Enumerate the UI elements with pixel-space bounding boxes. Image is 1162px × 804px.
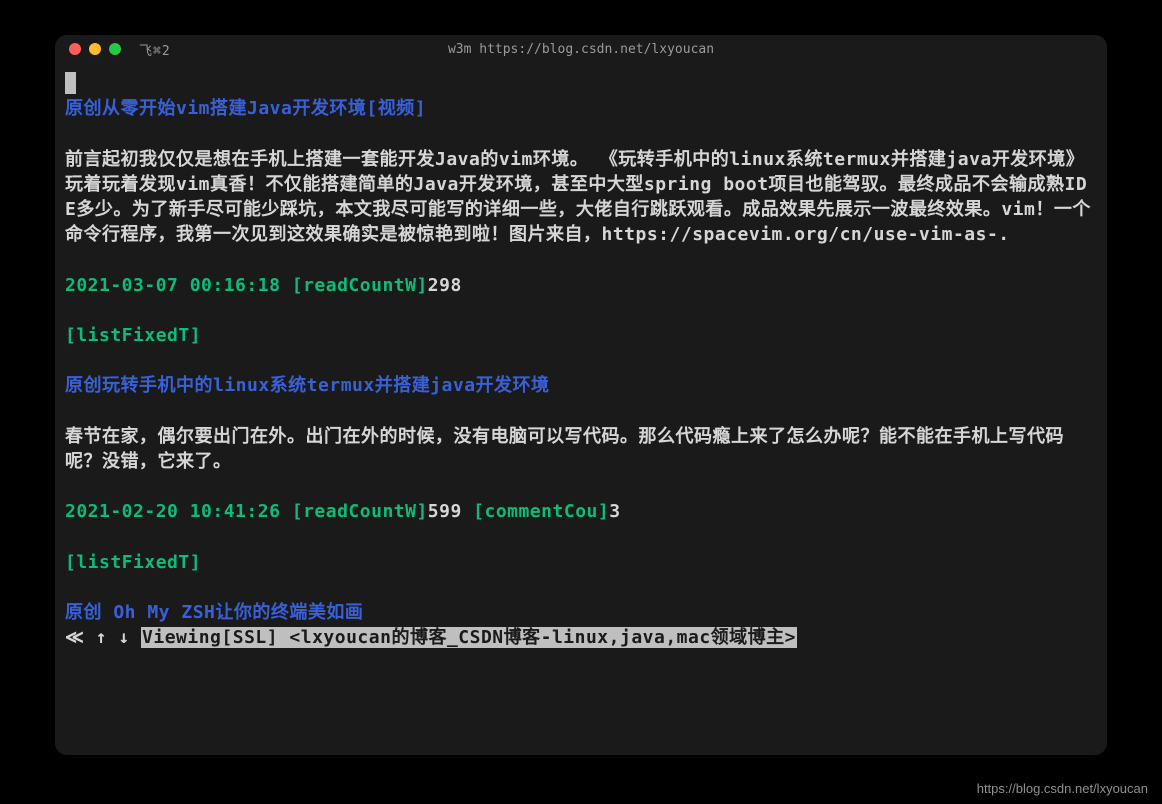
read-count-value: 599 <box>428 501 462 522</box>
article-date: 2021-03-07 00:16:18 <box>65 275 280 296</box>
read-count-label: [readCountW] <box>292 501 428 522</box>
article-body: 春节在家，偶尔要出门在外。出门在外的时候，没有电脑可以写代码。那么代码瘾上来了怎… <box>65 426 1064 472</box>
read-count-value: 298 <box>428 275 462 296</box>
terminal-window: 飞⌘2 w3m https://blog.csdn.net/lxyoucan 原… <box>55 35 1107 755</box>
list-fixed-tag: [listFixedT] <box>65 552 201 573</box>
list-fixed-tag: [listFixedT] <box>65 325 201 346</box>
zoom-icon[interactable] <box>109 43 121 55</box>
close-icon[interactable] <box>69 43 81 55</box>
window-titlebar: 飞⌘2 w3m https://blog.csdn.net/lxyoucan <box>55 35 1107 63</box>
comment-count-label: [commentCou] <box>473 501 609 522</box>
text-cursor <box>65 72 76 94</box>
page-root: 飞⌘2 w3m https://blog.csdn.net/lxyoucan 原… <box>0 0 1162 804</box>
article-title-link[interactable]: 原创从零开始vim搭建Java开发环境[视频] <box>65 98 426 119</box>
traffic-lights <box>69 43 121 55</box>
article-title-link[interactable]: 原创玩转手机中的linux系统termux并搭建java开发环境 <box>65 375 550 396</box>
tab-label: 飞⌘2 <box>139 40 171 59</box>
article-title-link[interactable]: 原创 Oh My ZSH让你的终端美如画 <box>65 602 363 623</box>
status-prefix: ≪ ↑ ↓ <box>65 627 141 648</box>
read-count-label: [readCountW] <box>292 275 428 296</box>
terminal-body[interactable]: 原创从零开始vim搭建Java开发环境[视频] 前言起初我仅仅是想在手机上搭建一… <box>55 63 1107 650</box>
watermark-text: https://blog.csdn.net/lxyoucan <box>977 781 1148 796</box>
minimize-icon[interactable] <box>89 43 101 55</box>
w3m-status-bar: Viewing[SSL] <lxyoucan的博客_CSDN博客-linux,j… <box>141 627 797 648</box>
window-title: w3m https://blog.csdn.net/lxyoucan <box>55 42 1107 57</box>
article-body: 前言起初我仅仅是想在手机上搭建一套能开发Java的vim环境。 《玩转手机中的l… <box>65 149 1091 246</box>
article-date: 2021-02-20 10:41:26 <box>65 501 280 522</box>
comment-count-value: 3 <box>609 501 620 522</box>
